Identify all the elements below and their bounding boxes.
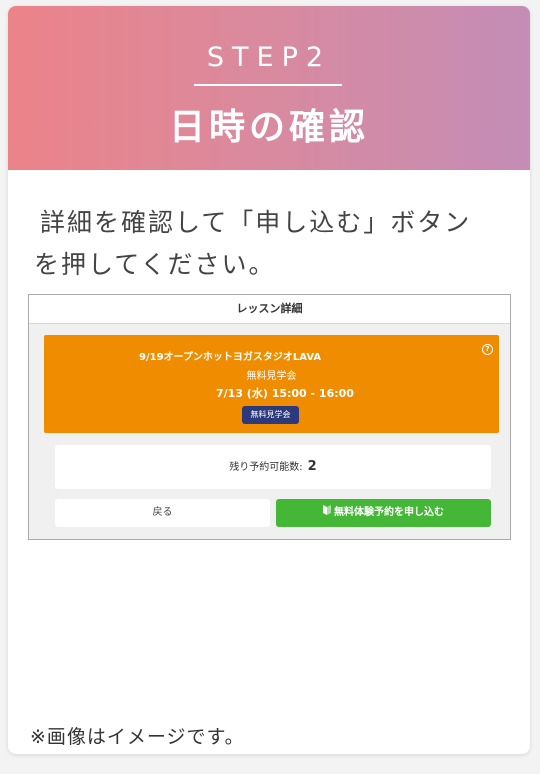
lesson-card: ? 9/19オープンホットヨガスタジオLAVA 無料見学会 7/13 (水) 1…: [44, 335, 499, 433]
description-line-1: 詳細を確認して「申し込む」ボタン: [40, 208, 472, 237]
step-header: STEP2 日時の確認: [8, 6, 530, 170]
lesson-time: 7/13 (水) 15:00 - 16:00: [216, 387, 354, 400]
step-title: 日時の確認: [168, 107, 369, 148]
lesson-studio-name: 9/19オープンホットヨガスタジオLAVA: [139, 352, 322, 363]
step-card: STEP2 日時の確認 詳細を確認して「申し込む」ボタン を押してください。 レ…: [8, 6, 530, 754]
question-circle-icon[interactable]: ?: [482, 344, 493, 355]
description-line-2: を押してください。: [34, 250, 276, 279]
apply-button-label: 無料体験予約を申し込む: [334, 507, 444, 518]
remaining-slots: 残り予約可能数: 2: [55, 445, 491, 489]
image-note: ※画像はイメージです。: [30, 726, 245, 748]
lesson-detail-screenshot: レッスン詳細 ? 9/19オープンホットヨガスタジオLAVA 無料見学会 7/1…: [28, 294, 511, 540]
step-label: STEP2: [206, 42, 332, 73]
remaining-count: 2: [307, 459, 317, 474]
lesson-badge: 無料見学会: [242, 406, 299, 424]
step-description: 詳細を確認して「申し込む」ボタン を押してください。: [34, 202, 514, 286]
lesson-detail-header: レッスン詳細: [29, 295, 510, 324]
header-divider: [194, 84, 342, 86]
beginner-mark-icon: [323, 499, 331, 527]
remaining-label: 残り予約可能数:: [229, 462, 303, 473]
back-button[interactable]: 戻る: [55, 499, 270, 527]
lesson-type: 無料見学会: [246, 371, 297, 382]
apply-button[interactable]: 無料体験予約を申し込む: [276, 499, 491, 527]
